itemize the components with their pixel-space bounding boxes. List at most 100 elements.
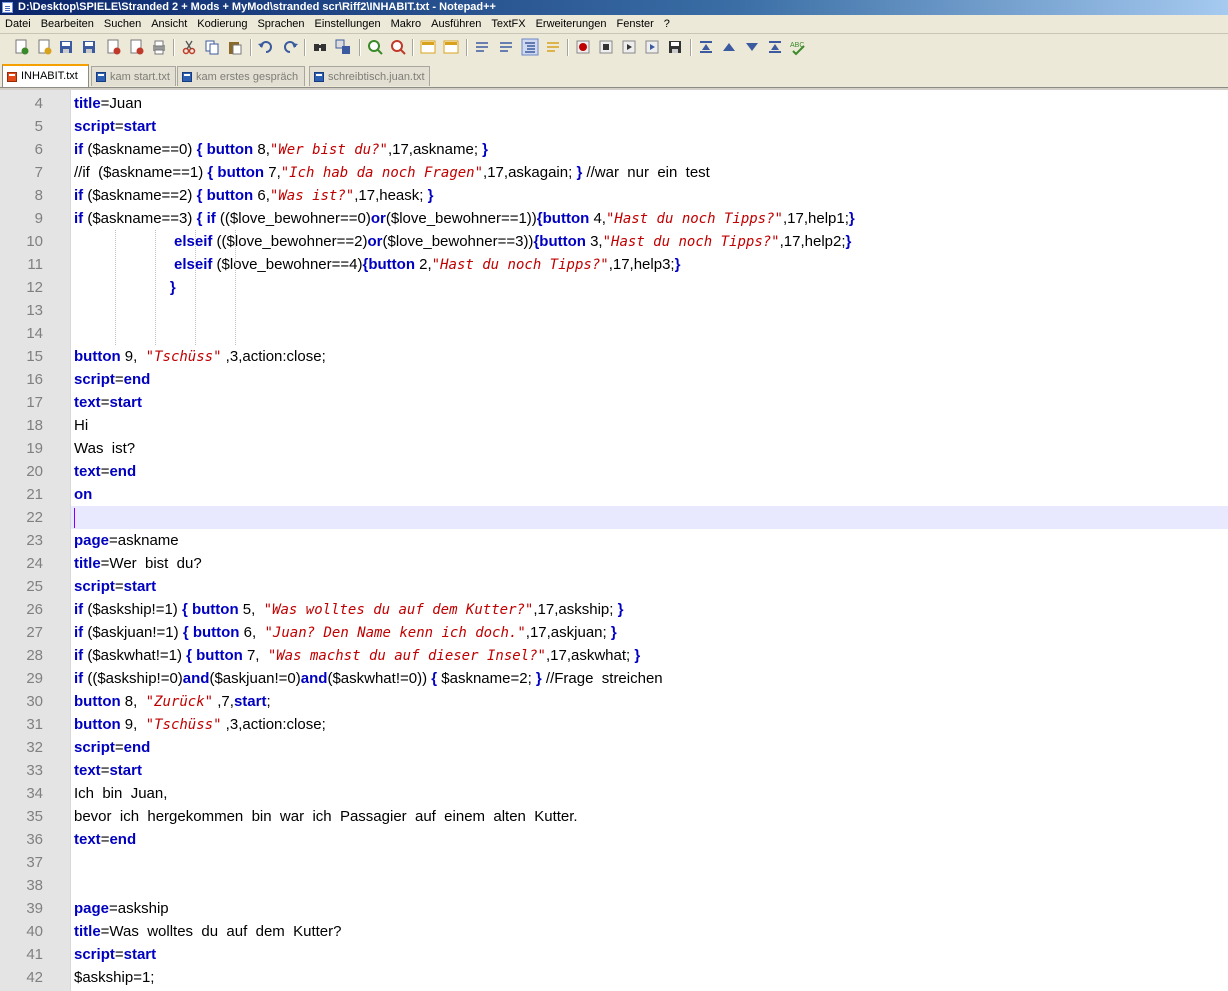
prev-icon[interactable] [720,38,738,56]
close-file-icon[interactable] [104,38,122,56]
code-line[interactable]: script=start [74,575,156,598]
code-line[interactable]: if ($askjuan!=1) { button 6, "Juan? Den … [74,621,617,645]
save-macro-icon[interactable] [666,38,684,56]
code-line[interactable]: Was ist? [74,437,135,460]
menu-ausführen[interactable]: Ausführen [426,15,486,33]
record-macro-icon[interactable] [574,38,592,56]
open-file-icon[interactable] [35,38,53,56]
save-all-icon[interactable] [80,38,98,56]
show-all-chars-icon[interactable] [497,38,515,56]
new-file-icon[interactable] [12,38,30,56]
code-line[interactable]: button 9, "Tschüss" ,3,action:close; [74,345,326,369]
print-icon[interactable] [150,38,168,56]
line-number: 25 [26,578,43,595]
code-line[interactable]: text=start [74,391,142,414]
menu-einstellungen[interactable]: Einstellungen [310,15,386,33]
next-icon[interactable] [743,38,761,56]
menu-erweiterungen[interactable]: Erweiterungen [531,15,612,33]
code-line[interactable]: script=start [74,115,156,138]
user-lang-icon[interactable] [544,38,562,56]
code-line[interactable]: $askship=1; [74,966,154,989]
menu-fenster[interactable]: Fenster [612,15,659,33]
save-icon[interactable] [57,38,75,56]
play-macro-icon[interactable] [620,38,638,56]
spell-check-icon[interactable]: ABC [789,38,807,56]
code-line[interactable]: script=end [74,368,150,391]
code-line[interactable]: title=Was wolltes du auf dem Kutter? [74,920,341,943]
menu-sprachen[interactable]: Sprachen [252,15,309,33]
code-line[interactable]: text=end [74,460,136,483]
line-number: 28 [26,647,43,664]
tab-schreibtisch-juan-txt[interactable]: schreibtisch.juan.txt [309,66,430,86]
sync-vertical-icon[interactable] [419,38,437,56]
code-line[interactable]: script=end [74,736,150,759]
code-line[interactable]: if ($askname==3) { if (($love_bewohner==… [74,207,855,231]
code-line[interactable]: //if ($askname==1) { button 7,"Ich hab d… [74,161,710,185]
menu-help[interactable]: ? [659,15,675,33]
copy-icon[interactable] [203,38,221,56]
find-icon[interactable] [311,38,329,56]
code-line[interactable]: button 9, "Tschüss" ,3,action:close; [74,713,326,737]
text-token: //Frage streichen [541,670,663,687]
run-macro-multiple-icon[interactable] [643,38,661,56]
fold-all-icon[interactable] [697,38,715,56]
zoom-in-icon-glyph [368,40,383,55]
code-line[interactable]: if ($askname==2) { button 6,"Was ist?",1… [74,184,433,208]
code-line[interactable]: if ($askname==0) { button 8,"Wer bist du… [74,138,488,162]
menu-bearbeiten[interactable]: Bearbeiten [36,15,99,33]
cut-icon[interactable] [180,38,198,56]
paste-icon[interactable] [226,38,244,56]
code-line[interactable]: text=start [74,759,142,782]
code-line[interactable]: Hi [74,414,88,437]
keyword-token: text [74,762,101,779]
stop-macro-icon[interactable] [597,38,615,56]
saved-file-icon [182,72,192,82]
indent-guide-icon-glyph [521,38,539,56]
text-token: ; [266,693,271,710]
menu-datei[interactable]: Datei [0,15,36,33]
code-line[interactable]: text=end [74,828,136,851]
code-line[interactable]: if ($askship!=1) { button 5, "Was wollte… [74,598,623,622]
code-line[interactable]: } [74,276,176,299]
replace-icon-glyph [335,39,350,54]
code-line[interactable]: elseif ($love_bewohner==4){button 2,"Has… [74,253,680,277]
keyword-token: { button [186,647,243,664]
tab-inhabit-txt[interactable]: INHABIT.txt [2,64,89,87]
code-line[interactable]: page=askname [74,529,179,552]
tab-kam-start-txt[interactable]: kam start.txt [91,66,176,86]
indent-guide-icon[interactable] [521,38,539,56]
zoom-in-icon[interactable] [366,38,384,56]
menu-textfx[interactable]: TextFX [486,15,530,33]
menu-ansicht[interactable]: Ansicht [146,15,192,33]
zoom-out-icon[interactable] [389,38,407,56]
code-line[interactable]: if ($askwhat!=1) { button 7, "Was machst… [74,644,640,668]
replace-icon[interactable] [334,38,352,56]
line-number: 32 [26,739,43,756]
redo-icon[interactable] [281,38,299,56]
menu-makro[interactable]: Makro [386,15,427,33]
menu-suchen[interactable]: Suchen [99,15,146,33]
unfold-all-icon[interactable] [766,38,784,56]
code-line[interactable]: title=Juan [74,92,142,115]
text-token: ($askwhat!=0)) [327,670,432,687]
editor[interactable]: 4 5 6 7 8 9 10 11 12 13 14 15 16 17 18 19 20 21 22 23 24 25 26… [0,90,1228,991]
close-all-icon[interactable] [127,38,145,56]
indent-guide [115,230,117,345]
undo-icon[interactable] [257,38,275,56]
code-line[interactable]: title=Wer bist du? [74,552,202,575]
window-title: D:\Desktop\SPIELE\Stranded 2 + Mods + My… [18,1,496,13]
tab-kam-erstes-gespräch[interactable]: kam erstes gespräch [177,66,305,86]
word-wrap-icon[interactable] [473,38,491,56]
text-token: 3, [585,233,603,250]
code-line[interactable]: bevor ich hergekommen bin war ich Passag… [74,805,578,828]
menu-kodierung[interactable]: Kodierung [192,15,252,33]
code-line[interactable]: button 8, "Zurück" ,7,start; [74,690,271,714]
code-line[interactable]: on [74,483,92,506]
code-line[interactable]: elseif (($love_bewohner==2)or($love_bewo… [74,230,851,254]
code-line[interactable]: script=start [74,943,156,966]
sync-horizontal-icon[interactable] [442,38,460,56]
code-line[interactable]: page=askship [74,897,169,920]
code-line[interactable]: Ich bin Juan, [74,782,167,805]
code-line[interactable]: if (($askship!=0)and($askjuan!=0)and($as… [74,667,663,690]
